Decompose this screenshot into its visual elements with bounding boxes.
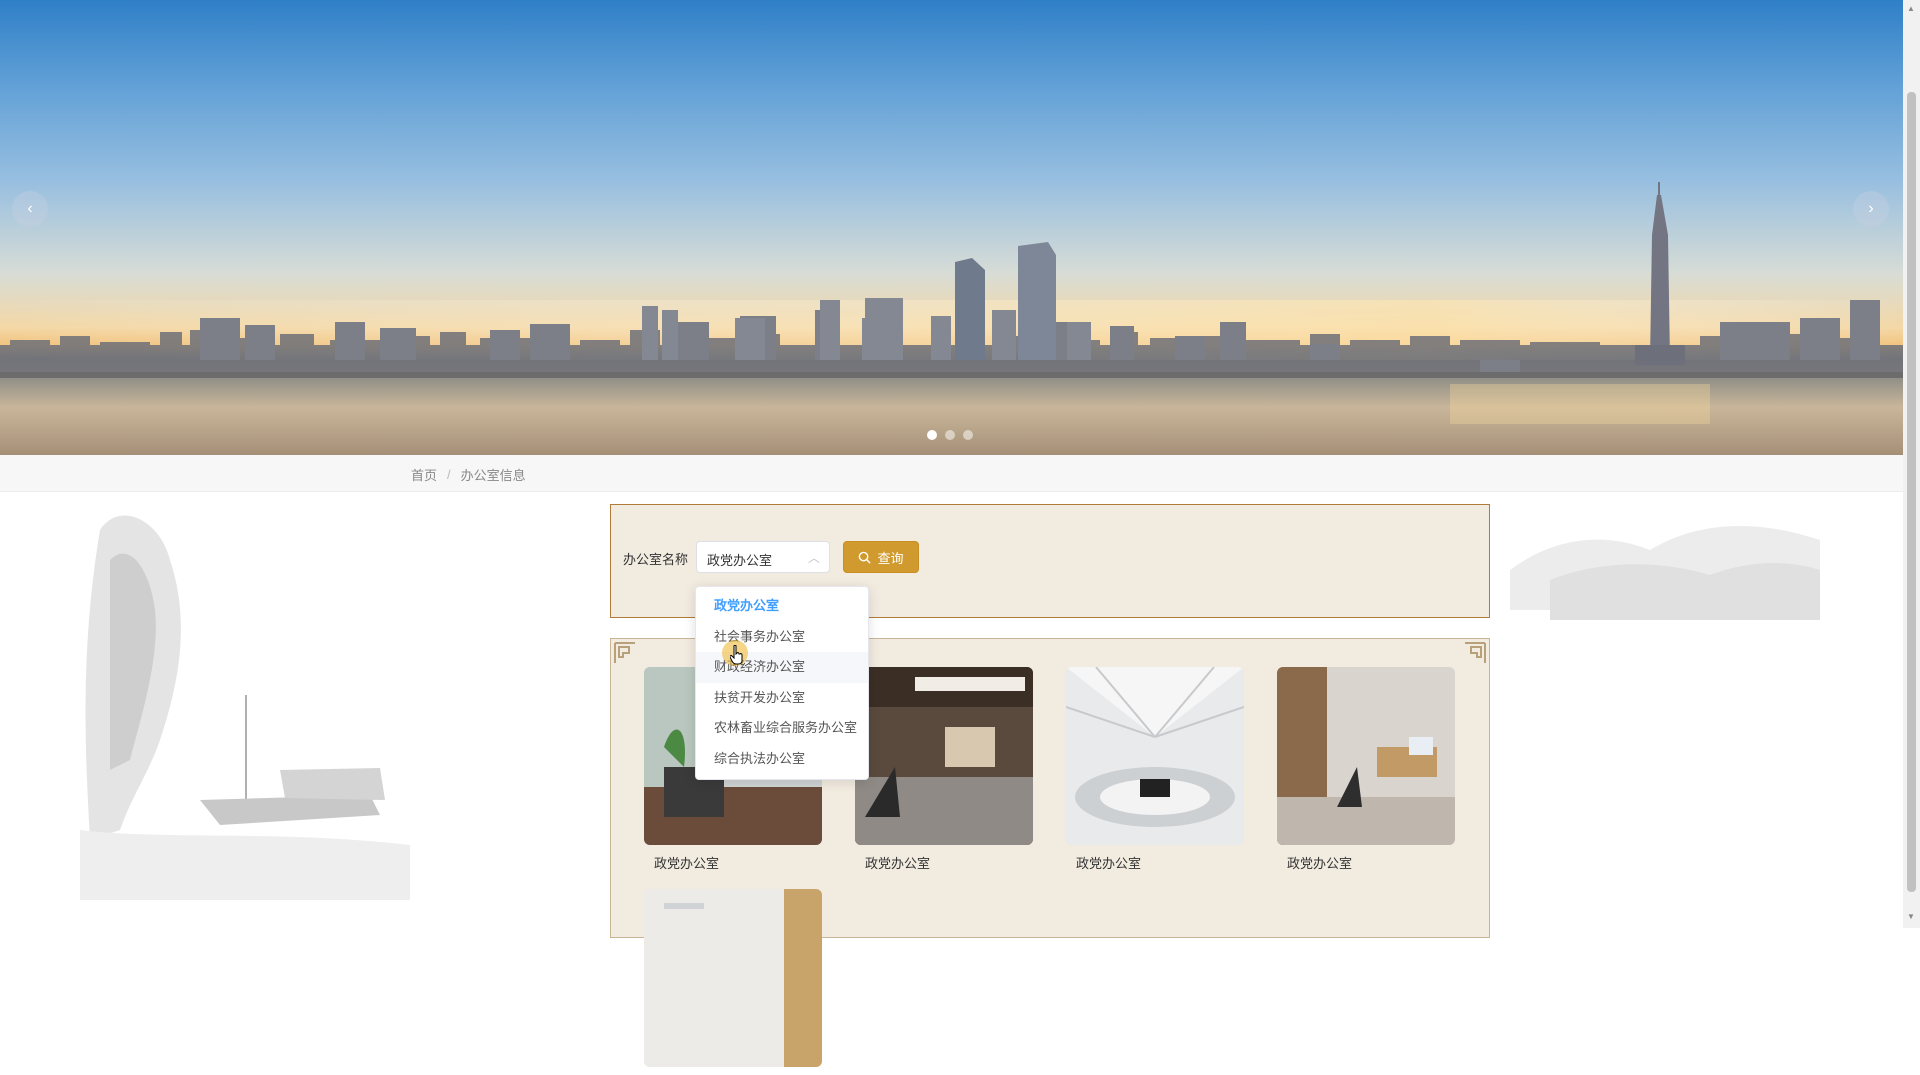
- office-card-name: 政党办公室: [1076, 856, 1142, 871]
- office-name-select[interactable]: 政党办公室 ︿: [696, 541, 830, 573]
- breadcrumb-home-link[interactable]: 首页: [411, 465, 437, 484]
- page-scrollbar[interactable]: ▲ ▼: [1903, 0, 1920, 928]
- office-photo[interactable]: [1277, 667, 1455, 845]
- search-button-label: 查询: [877, 550, 904, 566]
- scrollbar-thumb[interactable]: [1907, 92, 1916, 892]
- scroll-up-arrow-icon[interactable]: ▲: [1907, 4, 1915, 13]
- dropdown-option[interactable]: 扶贫开发办公室: [696, 683, 868, 714]
- breadcrumb-current: 办公室信息: [460, 468, 526, 483]
- ink-landscape-decoration: [80, 515, 410, 900]
- carousel-indicators: [927, 430, 973, 440]
- carousel-next-button[interactable]: ›: [1853, 191, 1889, 227]
- ink-mountain-decoration: [1510, 526, 1820, 620]
- dropdown-option[interactable]: 政党办公室: [696, 591, 868, 622]
- carousel-prev-button[interactable]: ‹: [12, 191, 48, 227]
- dropdown-option[interactable]: 农林畜业综合服务办公室: [696, 713, 868, 744]
- office-photo[interactable]: [1066, 667, 1244, 845]
- carousel-dot-1[interactable]: [927, 430, 937, 440]
- office-card-name: 政党办公室: [1287, 856, 1353, 871]
- corner-ornament-icon: [1465, 642, 1486, 663]
- chevron-right-icon: ›: [1868, 200, 1874, 217]
- search-icon: [859, 551, 872, 564]
- dropdown-option[interactable]: 综合执法办公室: [696, 744, 868, 775]
- corner-ornament-icon: [614, 642, 635, 663]
- carousel-dot-3[interactable]: [963, 430, 973, 440]
- office-card[interactable]: [644, 889, 822, 1075]
- office-photo[interactable]: [644, 889, 822, 1067]
- chevron-left-icon: ‹: [27, 200, 33, 217]
- office-card[interactable]: 政党办公室: [855, 667, 1033, 872]
- office-name-label: 办公室名称: [623, 552, 689, 567]
- dropdown-option[interactable]: 社会事务办公室: [696, 622, 868, 653]
- office-card[interactable]: 政党办公室: [1277, 667, 1455, 872]
- office-name-dropdown: 政党办公室 社会事务办公室 财政经济办公室 扶贫开发办公室 农林畜业综合服务办公…: [695, 586, 869, 780]
- scroll-down-arrow-icon[interactable]: ▼: [1907, 912, 1915, 921]
- carousel-dot-2[interactable]: [945, 430, 955, 440]
- search-button[interactable]: 查询: [843, 541, 919, 573]
- chevron-up-icon: ︿: [807, 551, 820, 565]
- hand-pointer-icon: [730, 645, 743, 665]
- office-card-name: 政党办公室: [865, 856, 931, 871]
- office-name-select-value: 政党办公室: [707, 553, 773, 568]
- office-card[interactable]: 政党办公室: [1066, 667, 1244, 872]
- breadcrumb: 首页 / 办公室信息: [411, 465, 526, 484]
- breadcrumb-bar: 首页 / 办公室信息: [0, 455, 1903, 492]
- hero-banner-carousel: ‹ ›: [0, 0, 1903, 455]
- city-skyline-image: [0, 182, 1903, 455]
- breadcrumb-separator: /: [447, 467, 451, 482]
- office-photo[interactable]: [855, 667, 1033, 845]
- office-card-name: 政党办公室: [654, 856, 720, 871]
